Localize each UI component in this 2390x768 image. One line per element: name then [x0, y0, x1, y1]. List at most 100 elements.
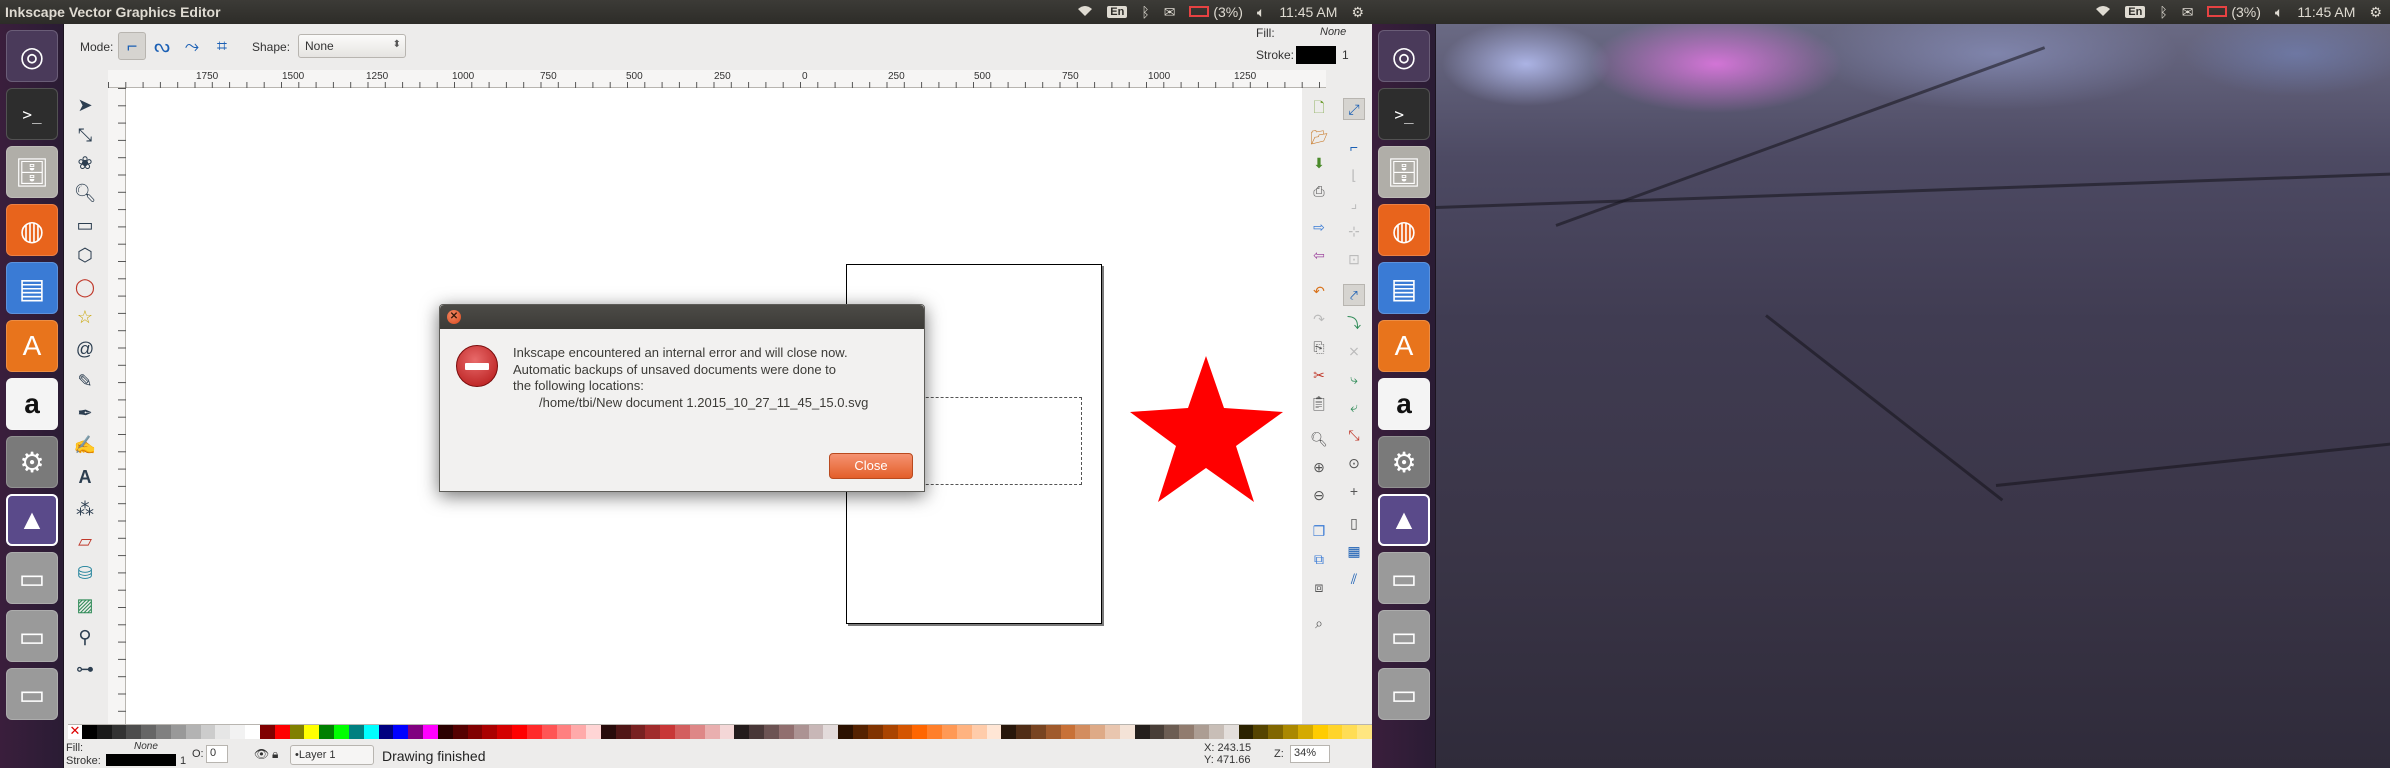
palette-swatch[interactable] [230, 725, 246, 739]
palette-swatch[interactable] [1223, 725, 1239, 739]
eraser-tool-icon[interactable]: ▱ [72, 528, 98, 554]
drive-icon[interactable]: ▭ [6, 552, 58, 604]
palette-swatch[interactable] [408, 725, 424, 739]
palette-swatch[interactable] [1327, 725, 1343, 739]
snap-rotation-center-icon[interactable]: + [1343, 480, 1365, 502]
pencil-tool-icon[interactable]: ✎ [72, 368, 98, 394]
palette-swatch[interactable] [126, 725, 142, 739]
palette-swatch[interactable] [660, 725, 676, 739]
firefox-icon[interactable]: ◍ [1378, 204, 1430, 256]
palette-swatch[interactable] [423, 725, 438, 739]
ubuntu-dash-icon[interactable]: ◎ [1378, 30, 1430, 82]
zoom-page-icon[interactable]: ⊖ [1308, 484, 1330, 506]
snap-midpoints-icon[interactable]: ⤡ [1343, 424, 1365, 446]
palette-swatch[interactable] [927, 725, 943, 739]
volume-icon[interactable]: 🔈︎ [2275, 4, 2283, 21]
shape-select[interactable]: None [298, 34, 406, 58]
palette-swatch[interactable] [437, 725, 453, 739]
palette-swatch[interactable] [689, 725, 705, 739]
snap-nodes-icon[interactable]: ⤤ [1343, 284, 1365, 306]
ellipse-tool-icon[interactable]: ◯ [72, 274, 98, 300]
no-paint-swatch[interactable]: ✕ [68, 724, 82, 739]
palette-swatch[interactable] [452, 725, 468, 739]
palette-swatch[interactable] [778, 725, 794, 739]
palette-swatch[interactable] [1297, 725, 1313, 739]
export-icon[interactable]: ⇦ [1308, 244, 1330, 266]
open-document-icon[interactable]: 📂︎ [1308, 126, 1330, 148]
palette-swatch[interactable] [808, 725, 824, 739]
horizontal-ruler[interactable]: 1750 1500 1250 1000 750 500 250 0 250 50… [108, 70, 1326, 88]
palette-swatch[interactable] [838, 725, 854, 739]
calligraphy-tool-icon[interactable]: ✍ [72, 432, 98, 458]
drive-icon[interactable]: ▭ [6, 668, 58, 720]
palette-swatch[interactable] [363, 725, 379, 739]
snap-bbox-icon[interactable]: ⌐ [1343, 136, 1365, 158]
palette-swatch[interactable] [793, 725, 809, 739]
undo-icon[interactable]: ↶ [1308, 280, 1330, 302]
palette-swatch[interactable] [1045, 725, 1061, 739]
dialog-close-icon[interactable]: ✕ [447, 310, 461, 324]
palette-swatch[interactable] [82, 725, 97, 739]
opacity-input[interactable]: 0 [206, 745, 228, 763]
rectangle-tool-icon[interactable]: ▭ [72, 212, 98, 238]
gradient-tool-icon[interactable]: ▨ [72, 592, 98, 618]
palette-swatch[interactable] [1164, 725, 1180, 739]
snap-bbox-center-icon[interactable]: ⊡ [1343, 248, 1365, 270]
palette-swatch[interactable] [111, 725, 127, 739]
save-document-icon[interactable]: ⬇ [1308, 152, 1330, 174]
palette-swatch[interactable] [853, 725, 868, 739]
snap-smooth-icon[interactable]: ⤶ [1343, 396, 1365, 418]
find-icon[interactable]: ⌕ [1308, 612, 1330, 634]
palette-swatch[interactable] [704, 725, 720, 739]
wifi-icon[interactable] [1077, 4, 1093, 20]
palette-swatch[interactable] [378, 725, 394, 739]
palette-swatch[interactable] [393, 725, 409, 739]
lock-icon[interactable]: 🔒︎ [272, 747, 278, 762]
red-star-shape[interactable] [1128, 350, 1288, 510]
palette-swatch[interactable] [200, 725, 216, 739]
palette-swatch[interactable] [170, 725, 186, 739]
mail-icon[interactable]: ✉ [1164, 4, 1176, 21]
amazon-icon[interactable]: a [1378, 378, 1430, 430]
copy-icon[interactable]: ⎘ [1308, 336, 1330, 358]
palette-swatch[interactable] [986, 725, 1002, 739]
palette-swatch[interactable] [96, 725, 112, 739]
palette-swatch[interactable] [645, 725, 661, 739]
palette-swatch[interactable] [1312, 725, 1328, 739]
close-button[interactable]: Close [829, 453, 913, 479]
ubuntu-dash-icon[interactable]: ◎ [6, 30, 58, 82]
snap-centers-icon[interactable]: ⊙ [1343, 452, 1365, 474]
snap-intersections-icon[interactable]: ⨯ [1343, 340, 1365, 362]
palette-swatch[interactable] [1031, 725, 1046, 739]
regular-bezier-mode-button[interactable]: ⌐ [118, 32, 146, 60]
palette-swatch[interactable] [556, 725, 572, 739]
palette-swatch[interactable] [749, 725, 765, 739]
palette-swatch[interactable] [348, 725, 364, 739]
palette-swatch[interactable] [1105, 725, 1120, 739]
duplicate-icon[interactable]: ❐ [1308, 520, 1330, 542]
writer-icon[interactable]: ▤ [6, 262, 58, 314]
palette-swatch[interactable] [304, 725, 320, 739]
palette-swatch[interactable] [1001, 725, 1017, 739]
palette-swatch[interactable] [600, 725, 616, 739]
3d-box-tool-icon[interactable]: ⬡ [72, 242, 98, 268]
palette-swatch[interactable] [675, 725, 690, 739]
redo-icon[interactable]: ↷ [1308, 308, 1330, 330]
palette-swatch[interactable] [482, 725, 498, 739]
palette-swatch[interactable] [1268, 725, 1284, 739]
palette-swatch[interactable] [764, 725, 779, 739]
vertical-ruler[interactable] [108, 88, 126, 724]
import-icon[interactable]: ⇨ [1308, 216, 1330, 238]
gear-icon[interactable]: ⚙ [1351, 4, 1364, 21]
drive-icon[interactable]: ▭ [1378, 552, 1430, 604]
mail-icon[interactable]: ✉ [2182, 4, 2194, 21]
keyboard-layout-indicator[interactable]: En [1107, 6, 1128, 18]
palette-swatch[interactable] [942, 725, 957, 739]
palette-swatch[interactable] [1238, 725, 1254, 739]
palette-swatch[interactable] [719, 725, 735, 739]
connector-tool-icon[interactable]: ⊶ [72, 656, 98, 682]
snap-bbox-midpoint-icon[interactable]: ⊹ [1343, 220, 1365, 242]
tweak-tool-icon[interactable]: ❀ [72, 150, 98, 176]
palette-swatch[interactable] [1194, 725, 1209, 739]
terminal-icon[interactable]: >_ [6, 88, 58, 140]
